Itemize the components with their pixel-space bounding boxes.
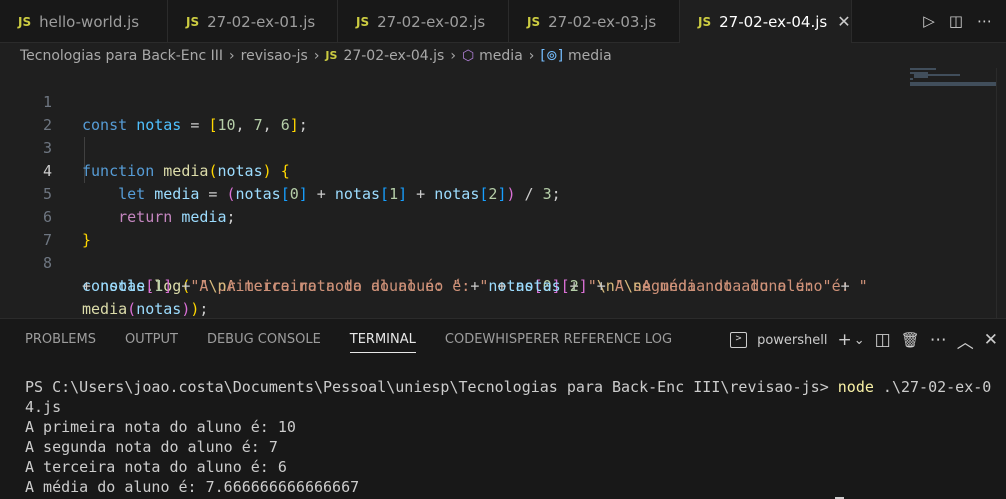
terminal-command: node xyxy=(837,378,874,396)
maximize-panel-icon[interactable]: ︿ xyxy=(957,328,974,353)
terminal-icon: > xyxy=(730,332,748,348)
terminal-command-arg: .\27-02-ex-0 xyxy=(873,378,992,396)
code-line: 7 xyxy=(0,206,1006,249)
code-line: 8 console.log("A primeira nota do aluno … xyxy=(0,229,1006,295)
code-line: 4 let media = (notas[0] + notas[1] + not… xyxy=(0,137,1006,203)
chevron-right-icon: › xyxy=(528,47,535,64)
function-cube-icon: ⬡ xyxy=(461,47,475,64)
breadcrumb-file[interactable]: 27-02-ex-04.js xyxy=(343,48,444,64)
more-icon[interactable]: ⋯ xyxy=(930,330,947,350)
tab-hello-world[interactable]: JS hello-world.js xyxy=(0,0,168,43)
terminal-output[interactable]: PS C:\Users\joao.costa\Documents\Pessoal… xyxy=(25,377,991,497)
more-actions-icon[interactable]: ⋯ xyxy=(977,12,992,30)
breadcrumb-symbol[interactable]: media xyxy=(479,48,523,64)
terminal-command-wrap: 4.js xyxy=(25,398,62,416)
terminal-output-line: A terceira nota do aluno é: 6 xyxy=(25,458,287,476)
js-file-icon: JS xyxy=(18,14,32,29)
js-file-icon: JS xyxy=(698,14,712,29)
bottom-panel: PROBLEMS OUTPUT DEBUG CONSOLE TERMINAL C… xyxy=(0,318,1006,499)
code-line: 3 function media(notas) { xyxy=(0,114,1006,180)
shell-name[interactable]: powershell xyxy=(757,333,827,348)
tab-label: 27-02-ex-01.js xyxy=(207,12,316,31)
tab-terminal[interactable]: TERMINAL xyxy=(349,319,417,361)
tab-label: hello-world.js xyxy=(39,12,140,31)
tab-ex-03[interactable]: JS 27-02-ex-03.js xyxy=(509,0,680,43)
code-line-wrap: media(notas)); xyxy=(82,300,209,318)
panel-actions: > powershell + ⌄ ◫ 🗑 ⋯ ︿ ✕ xyxy=(730,319,998,361)
js-file-icon: JS xyxy=(356,14,370,29)
code-line-wrap: + notas[1] + "\nA terceira nota do aluno… xyxy=(82,277,850,295)
terminal-output-line: A segunda nota do aluno é: 7 xyxy=(25,438,278,456)
add-terminal-icon[interactable]: + xyxy=(837,330,851,350)
code-line: 2 xyxy=(0,91,1006,134)
tab-problems[interactable]: PROBLEMS xyxy=(25,319,96,361)
terminal-output-line: A primeira nota do aluno é: 10 xyxy=(25,418,296,436)
code-editor[interactable]: 1 const notas = [10, 7, 6]; 2 3 function… xyxy=(0,68,1006,318)
chevron-right-icon: › xyxy=(229,47,235,64)
split-terminal-icon[interactable]: ◫ xyxy=(875,330,891,350)
tab-label: 27-02-ex-02.js xyxy=(377,12,486,31)
close-panel-icon[interactable]: ✕ xyxy=(984,330,998,350)
js-file-icon: JS xyxy=(325,49,338,62)
tab-codewhisperer-log[interactable]: CODEWHISPERER REFERENCE LOG xyxy=(445,319,672,361)
chevron-right-icon: › xyxy=(450,47,456,64)
code-line: 1 const notas = [10, 7, 6]; xyxy=(0,68,1006,134)
breadcrumb-folder[interactable]: Tecnologias para Back-Enc III xyxy=(20,48,223,64)
terminal-prompt: PS C:\Users\joao.costa\Documents\Pessoal… xyxy=(25,378,838,396)
code-line: 5 return media; xyxy=(0,160,1006,226)
tab-ex-04[interactable]: JS 27-02-ex-04.js ✕ xyxy=(680,0,852,43)
run-icon[interactable]: ▷ xyxy=(923,12,935,30)
editor-tab-bar: JS hello-world.js JS 27-02-ex-01.js JS 2… xyxy=(0,0,1006,43)
editor-actions: ▷ ◫ ⋯ xyxy=(923,0,1006,42)
js-file-icon: JS xyxy=(527,14,541,29)
tab-debug-console[interactable]: DEBUG CONSOLE xyxy=(207,319,321,361)
tab-output[interactable]: OUTPUT xyxy=(125,319,178,361)
split-editor-icon[interactable]: ◫ xyxy=(949,12,963,30)
tab-ex-02[interactable]: JS 27-02-ex-02.js xyxy=(338,0,509,43)
close-icon[interactable]: ✕ xyxy=(837,12,850,31)
minimap[interactable] xyxy=(908,68,998,108)
chevron-right-icon: › xyxy=(313,47,320,64)
breadcrumb-folder[interactable]: revisao-js xyxy=(241,48,308,64)
editor-scrollbar[interactable] xyxy=(996,68,997,318)
breadcrumb: Tecnologias para Back-Enc III › revisao-… xyxy=(0,43,1006,68)
variable-icon: [⊚] xyxy=(540,47,564,64)
tab-ex-01[interactable]: JS 27-02-ex-01.js xyxy=(168,0,338,43)
code-line: 6 } xyxy=(0,183,1006,249)
tab-label: 27-02-ex-04.js xyxy=(719,12,828,31)
breadcrumb-symbol[interactable]: media xyxy=(568,48,612,64)
js-file-icon: JS xyxy=(186,14,200,29)
trash-icon[interactable]: 🗑 xyxy=(901,331,920,349)
chevron-down-icon[interactable]: ⌄ xyxy=(854,333,865,348)
terminal-output-line: A média do aluno é: 7.666666666666667 xyxy=(25,478,360,496)
tab-label: 27-02-ex-03.js xyxy=(548,12,657,31)
